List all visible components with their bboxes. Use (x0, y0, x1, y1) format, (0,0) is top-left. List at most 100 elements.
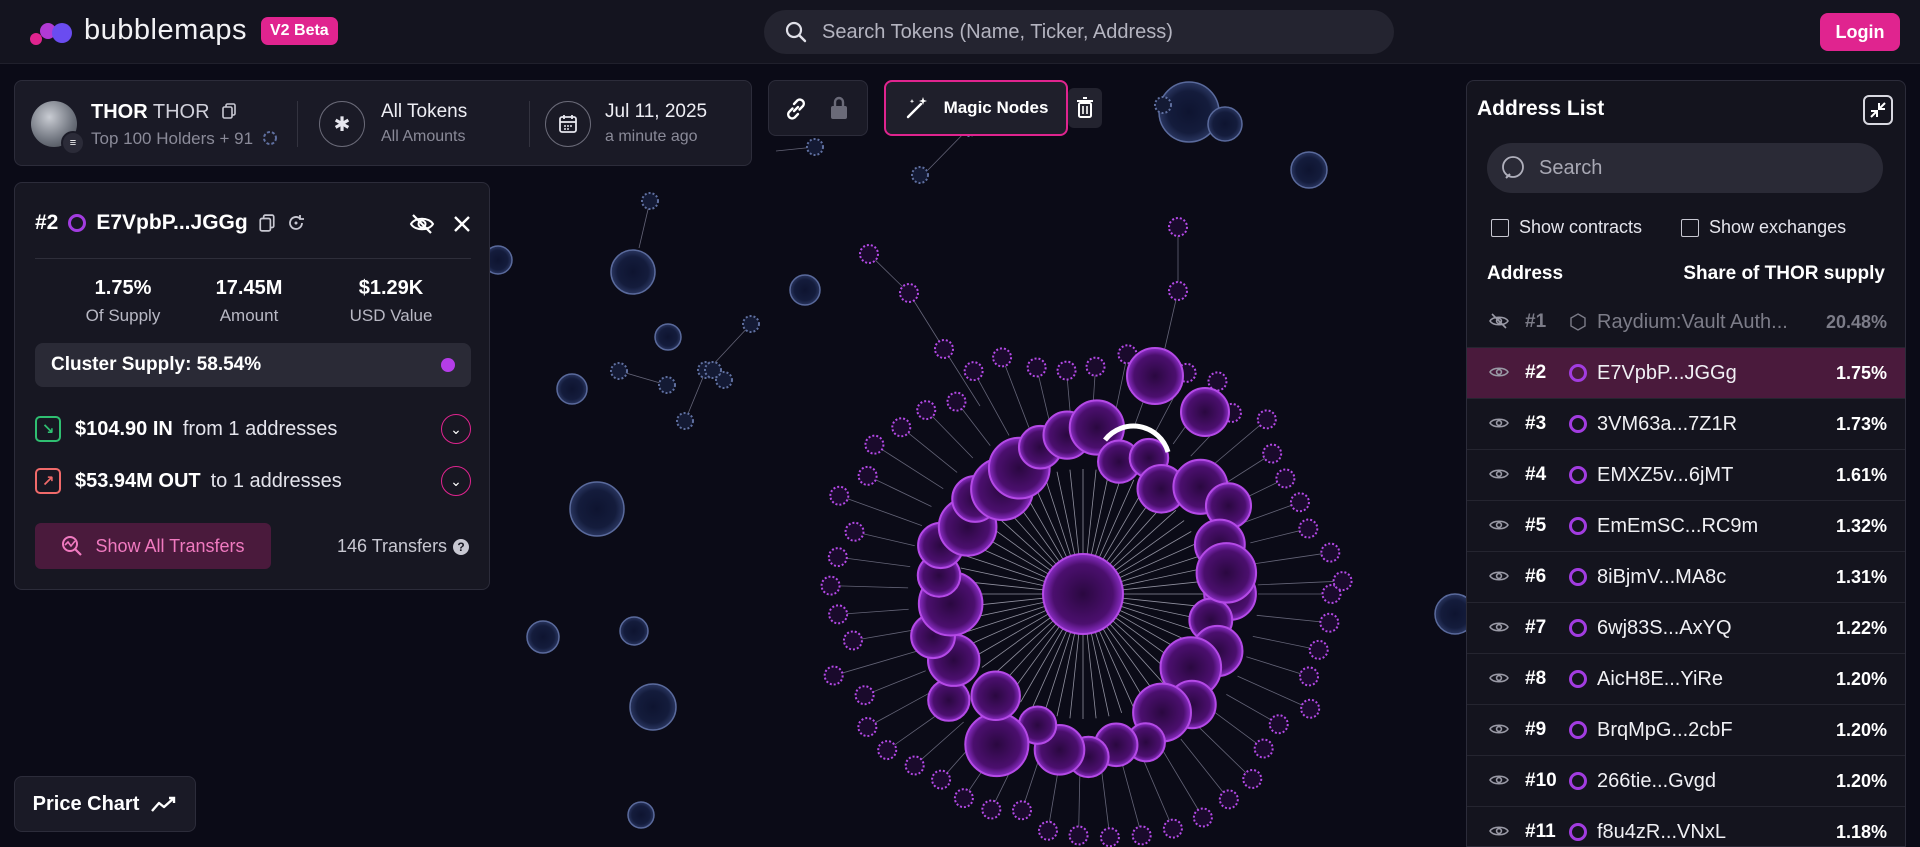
small-holder-bubble[interactable] (676, 412, 694, 430)
token-search-input[interactable] (822, 20, 1362, 44)
inflow-row[interactable]: ↘ $104.90 IN from 1 addresses ⌄ (35, 413, 471, 445)
trash-button[interactable] (1068, 88, 1102, 128)
login-button[interactable]: Login (1820, 13, 1900, 51)
eye-icon[interactable] (1489, 721, 1509, 740)
asterisk-icon[interactable]: ✱ (319, 101, 365, 147)
address-row[interactable]: #1 Raydium:Vault Auth... 20.48% (1467, 297, 1905, 348)
holder-bubble[interactable] (934, 339, 954, 359)
calendar-icon[interactable] (545, 101, 591, 147)
outflow-row[interactable]: ↗ $53.94M OUT to 1 addresses ⌄ (35, 465, 471, 497)
address-row[interactable]: #3 3VM63a...7Z1R 1.73% (1467, 399, 1905, 450)
eye-icon[interactable] (1489, 517, 1509, 536)
holder-bubble[interactable] (627, 801, 655, 829)
small-holder-bubble[interactable] (610, 362, 628, 380)
help-icon[interactable]: ? (453, 538, 470, 555)
chevron-down-icon[interactable]: ⌄ (441, 466, 471, 496)
small-holder-bubble[interactable] (1320, 542, 1341, 563)
copy-icon[interactable] (258, 214, 276, 232)
filter-title[interactable]: All Tokens (381, 101, 467, 123)
holder-bubble[interactable] (1290, 151, 1328, 189)
small-holder-bubble[interactable] (820, 575, 841, 596)
chevron-down-icon[interactable]: ⌄ (441, 414, 471, 444)
small-holder-bubble[interactable] (857, 717, 878, 738)
lock-icon[interactable] (827, 95, 851, 121)
small-holder-bubble[interactable] (1056, 360, 1077, 381)
small-holder-bubble[interactable] (857, 465, 878, 486)
address-row[interactable]: #9 BrqMpG...2cbF 1.20% (1467, 705, 1905, 756)
small-holder-bubble[interactable] (742, 315, 760, 333)
holder-bubble[interactable] (1168, 281, 1188, 301)
holder-bubble[interactable] (970, 670, 1021, 721)
small-holder-bubble[interactable] (1026, 357, 1047, 378)
eye-icon[interactable] (1489, 364, 1509, 383)
magic-nodes-button[interactable]: Magic Nodes (884, 80, 1068, 136)
small-holder-bubble[interactable] (963, 361, 984, 382)
small-holder-bubble[interactable] (704, 361, 722, 379)
small-holder-bubble[interactable] (828, 604, 849, 625)
small-holder-bubble[interactable] (1242, 768, 1263, 789)
small-holder-bubble[interactable] (1256, 409, 1277, 430)
small-holder-bubble[interactable] (911, 166, 929, 184)
small-holder-bubble[interactable] (904, 755, 925, 776)
small-holder-bubble[interactable] (1298, 518, 1319, 539)
small-holder-bubble[interactable] (931, 769, 952, 790)
link-icon[interactable] (783, 96, 809, 122)
small-holder-bubble[interactable] (1308, 639, 1329, 660)
price-chart-button[interactable]: Price Chart (14, 776, 196, 832)
eye-off-icon[interactable] (409, 213, 435, 235)
central-bubble[interactable] (1042, 553, 1124, 635)
holder-bubble[interactable] (556, 373, 588, 405)
checkbox-box[interactable] (1491, 218, 1509, 237)
show-all-transfers-button[interactable]: Show All Transfers (35, 523, 271, 569)
small-holder-bubble[interactable] (641, 192, 659, 210)
eye-icon[interactable] (1489, 619, 1509, 638)
small-holder-bubble[interactable] (1218, 789, 1239, 810)
holder-bubble[interactable] (619, 616, 649, 646)
small-holder-bubble[interactable] (1332, 571, 1353, 592)
small-holder-bubble[interactable] (981, 799, 1002, 820)
small-holder-bubble[interactable] (1162, 818, 1183, 839)
holder-bubble[interactable] (1168, 217, 1188, 237)
holder-bubble[interactable] (1207, 106, 1243, 142)
small-holder-bubble[interactable] (1037, 820, 1058, 841)
holder-bubble[interactable] (654, 323, 682, 351)
small-holder-bubble[interactable] (1299, 666, 1320, 687)
date-title[interactable]: Jul 11, 2025 (605, 101, 707, 123)
small-holder-bubble[interactable] (1253, 738, 1274, 759)
small-holder-bubble[interactable] (1068, 825, 1089, 846)
small-holder-bubble[interactable] (844, 521, 865, 542)
close-icon[interactable] (453, 215, 471, 233)
holder-bubble[interactable] (569, 481, 625, 537)
small-holder-bubble[interactable] (1154, 96, 1172, 114)
eye-off-icon[interactable] (1489, 312, 1509, 332)
holder-bubble[interactable] (629, 683, 677, 731)
small-holder-bubble[interactable] (1011, 800, 1032, 821)
eye-icon[interactable] (1489, 772, 1509, 791)
address-row[interactable]: #5 EmEmSC...RC9m 1.32% (1467, 501, 1905, 552)
small-holder-bubble[interactable] (946, 391, 967, 412)
address-row[interactable]: #7 6wj83S...AxYQ 1.22% (1467, 603, 1905, 654)
holder-bubble[interactable] (1195, 542, 1258, 604)
token-search[interactable] (764, 10, 1394, 54)
small-holder-bubble[interactable] (1319, 612, 1340, 633)
holder-bubble[interactable] (1126, 347, 1184, 405)
collapse-icon[interactable] (1863, 95, 1893, 125)
address-row[interactable]: #8 AicH8E...YiRe 1.20% (1467, 654, 1905, 705)
eye-icon[interactable] (1489, 670, 1509, 689)
small-holder-bubble[interactable] (1300, 698, 1321, 719)
holder-bubble[interactable] (899, 283, 919, 303)
small-holder-bubble[interactable] (916, 400, 937, 421)
small-holder-bubble[interactable] (1099, 827, 1120, 847)
copy-icon[interactable] (221, 103, 237, 119)
small-holder-bubble[interactable] (992, 347, 1013, 368)
holder-bubble[interactable] (964, 711, 1030, 778)
address-search[interactable] (1487, 143, 1883, 193)
small-holder-bubble[interactable] (823, 665, 844, 686)
address-row[interactable]: #11 f8u4zR...VNxL 1.18% (1467, 807, 1905, 846)
small-holder-bubble[interactable] (1275, 468, 1296, 489)
small-holder-bubble[interactable] (1131, 825, 1152, 846)
small-holder-bubble[interactable] (806, 138, 824, 156)
eye-icon[interactable] (1489, 415, 1509, 434)
small-holder-bubble[interactable] (1085, 356, 1106, 377)
address-row[interactable]: #10 266tie...Gvgd 1.20% (1467, 756, 1905, 807)
